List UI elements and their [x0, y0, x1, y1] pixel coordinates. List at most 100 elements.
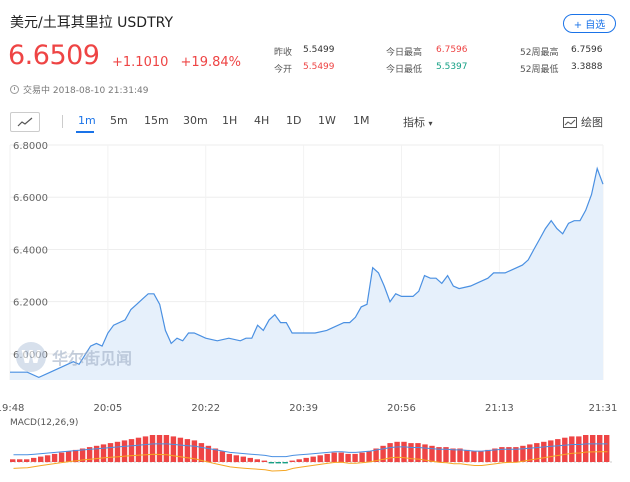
macd-bar [100, 444, 107, 462]
watermark-logo: W [16, 342, 46, 372]
draw-label: 绘图 [581, 116, 603, 129]
macd-bar [44, 455, 51, 463]
macd-bar [142, 436, 149, 462]
macd-bar [114, 441, 121, 463]
macd-bar [149, 435, 156, 462]
macd-bar [310, 456, 316, 462]
tab-5m[interactable]: 5m [110, 114, 128, 127]
x-tick-label: 21:13 [485, 403, 514, 414]
instrument-title: 美元/土耳其里拉 USDTRY [10, 15, 174, 31]
x-axis: 19:48 20:05 20:22 20:39 20:56 21:13 21:31 [0, 403, 617, 414]
macd-bar [296, 459, 302, 462]
chart-type-button[interactable] [10, 112, 40, 132]
x-tick-label: 20:22 [191, 403, 220, 414]
x-tick-label: 20:56 [387, 403, 416, 414]
macd-bar [387, 443, 393, 462]
tab-15m[interactable]: 15m [144, 114, 169, 127]
macd-bar [121, 440, 128, 462]
macd-bar [128, 439, 135, 462]
macd-bar [198, 443, 205, 462]
macd-bar [65, 451, 72, 462]
macd-bar [31, 457, 37, 462]
tab-1m[interactable]: 1m [78, 114, 96, 127]
stat-open-label: 今开 [274, 65, 293, 75]
macd-bar [464, 449, 470, 463]
y-tick-label: 6.8000 [13, 141, 48, 152]
stat-day-high-value: 6.7596 [436, 45, 468, 55]
macd-bar [366, 451, 372, 462]
toolbar-divider [62, 115, 63, 128]
stat-open-value: 5.5499 [303, 62, 335, 72]
x-tick-label: 20:39 [289, 403, 318, 414]
macd-bar [135, 437, 142, 462]
macd-bar [24, 459, 30, 462]
stat-prev-close-value: 5.5499 [303, 45, 335, 55]
draw-button[interactable]: 绘图 [563, 114, 603, 130]
macd-bar [331, 452, 337, 462]
macd-bar [604, 435, 610, 462]
watermark: W 华尔街见闻 [16, 342, 132, 372]
macd-bar [548, 440, 554, 462]
y-tick-label: 6.4000 [13, 245, 48, 256]
macd-panel [10, 435, 613, 472]
macd-bar [457, 448, 463, 462]
macd-bar [107, 443, 114, 462]
macd-bar [261, 460, 267, 462]
macd-bar [184, 439, 191, 462]
macd-bar [562, 437, 568, 462]
macd-bar [324, 453, 330, 462]
add-watchlist-button[interactable]: + 自选 [563, 14, 616, 33]
active-tab-indicator [76, 131, 94, 133]
clock-icon [10, 85, 19, 94]
tab-1h[interactable]: 1H [222, 114, 237, 127]
stat-day-low-label: 今日最低 [386, 65, 423, 75]
macd-bar [226, 453, 232, 462]
trade-status: 交易中 2018-08-10 21:31:49 [10, 83, 148, 96]
macd-bar [569, 436, 575, 462]
macd-label: MACD(12,26,9) [10, 418, 79, 428]
stat-day-low-value: 5.5397 [436, 62, 468, 72]
tab-4h[interactable]: 4H [254, 114, 269, 127]
y-tick-label: 6.2000 [13, 298, 48, 309]
trade-status-text: 交易中 2018-08-10 21:31:49 [23, 86, 149, 96]
macd-bar [10, 459, 16, 462]
macd-bar [450, 448, 456, 462]
macd-bar [282, 462, 288, 464]
last-price: 6.6509 [8, 40, 100, 71]
tab-30m[interactable]: 30m [183, 114, 208, 127]
macd-bar [233, 455, 239, 463]
price-chart[interactable]: 6.80006.60006.40006.20006.0000 19:4820:0… [0, 140, 630, 482]
line-chart-icon [17, 117, 33, 127]
macd-bar [541, 441, 547, 463]
indicators-dropdown[interactable]: 指标 ▾ [403, 114, 433, 130]
indicators-label: 指标 [403, 116, 425, 129]
stat-52w-low-label: 52周最低 [520, 65, 559, 75]
x-tick-label: 20:05 [93, 403, 122, 414]
macd-bar [401, 441, 407, 463]
macd-bar [268, 462, 274, 464]
macd-bar [219, 451, 226, 462]
macd-bar [352, 453, 358, 462]
macd-bar [247, 457, 253, 462]
tab-1mo[interactable]: 1M [353, 114, 370, 127]
x-tick-label: 21:31 [589, 403, 618, 414]
stat-prev-close-label: 昨收 [274, 48, 293, 58]
stat-52w-low-value: 3.3888 [571, 62, 603, 72]
macd-bar [394, 441, 400, 463]
draw-chart-icon [563, 116, 577, 128]
macd-bar [163, 435, 170, 462]
macd-bar [485, 449, 491, 463]
price-change: +1.1010 +19.84% [112, 55, 241, 70]
macd-bar [478, 451, 484, 462]
stat-52w-high-value: 6.7596 [571, 45, 603, 55]
tab-1w[interactable]: 1W [318, 114, 336, 127]
macd-bar [17, 459, 23, 462]
watermark-text: 华尔街见闻 [52, 349, 133, 368]
change-percent: +19.84% [180, 55, 241, 70]
macd-bar [345, 453, 351, 462]
macd-bar [240, 456, 246, 462]
macd-bar [51, 453, 58, 462]
tab-1d[interactable]: 1D [286, 114, 301, 127]
macd-bar [254, 459, 260, 462]
macd-bar [289, 460, 295, 462]
